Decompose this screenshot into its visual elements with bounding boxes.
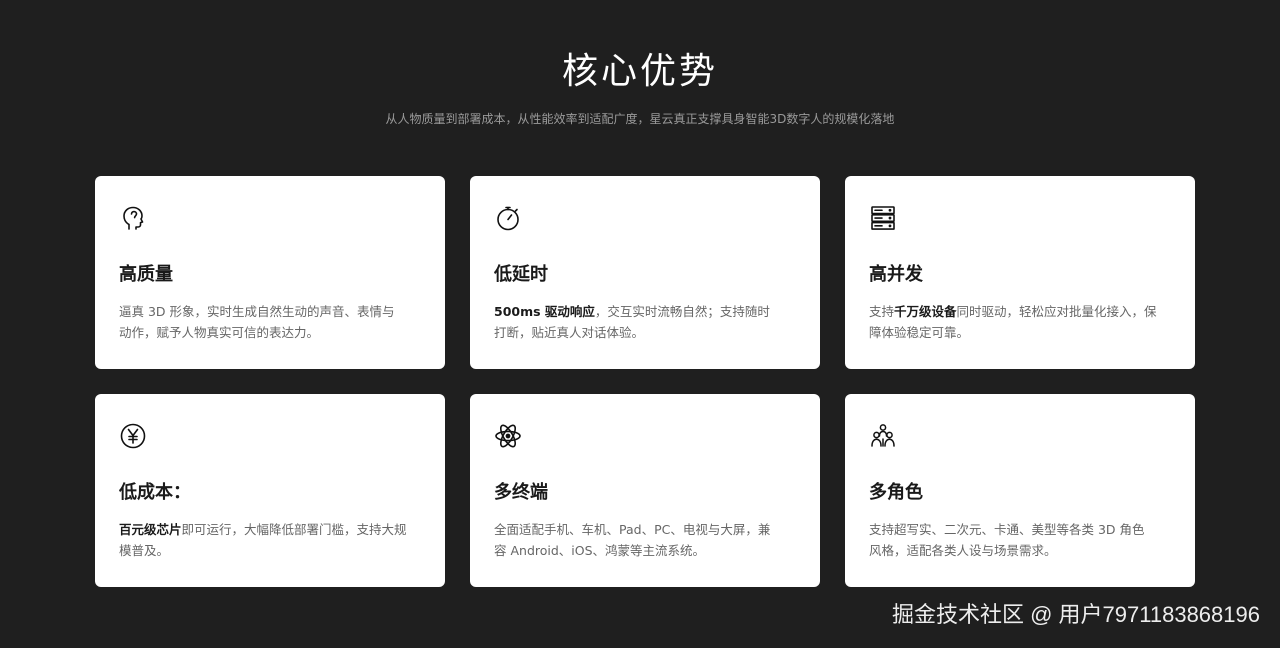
- card-multi-terminal: 多终端 全面适配手机、车机、Pad、PC、电视与大屏，兼容 Android、iO…: [470, 394, 820, 587]
- card-description: 全面适配手机、车机、Pad、PC、电视与大屏，兼容 Android、iOS、鸿蒙…: [494, 519, 796, 561]
- card-title: 高并发: [869, 264, 923, 285]
- people-group-icon: [869, 422, 897, 450]
- card-high-quality: 高质量 逼真 3D 形象，实时生成自然生动的声音、表情与动作，赋予人物真实可信的…: [95, 176, 445, 369]
- card-description-text: 逼真 3D 形象，实时生成自然生动的声音、表情与动作，赋予人物真实可信的表达力。: [119, 304, 395, 340]
- card-description-text: 全面适配手机、车机、Pad、PC、电视与大屏，兼容 Android、iOS、鸿蒙…: [494, 522, 771, 558]
- card-title: 多角色: [869, 482, 923, 503]
- section-subtitle: 从人物质量到部署成本，从性能效率到适配广度，星云真正支撑具身智能3D数字人的规模…: [385, 112, 895, 126]
- card-description-prefix: 支持: [869, 304, 895, 319]
- atom-icon: [494, 422, 522, 450]
- card-description: 百元级芯片即可运行，大幅降低部署门槛，支持大规模普及。: [119, 519, 421, 561]
- server-stack-icon: [869, 204, 897, 232]
- card-description: 逼真 3D 形象，实时生成自然生动的声音、表情与动作，赋予人物真实可信的表达力。: [119, 301, 421, 343]
- card-high-concurrency: 高并发 支持千万级设备同时驱动，轻松应对批量化接入，保障体验稳定可靠。: [845, 176, 1195, 369]
- card-description: 支持超写实、二次元、卡通、美型等各类 3D 角色风格，适配各类人设与场景需求。: [869, 519, 1171, 561]
- card-title: 多终端: [494, 482, 548, 503]
- card-multi-role: 多角色 支持超写实、二次元、卡通、美型等各类 3D 角色风格，适配各类人设与场景…: [845, 394, 1195, 587]
- card-description-text: 支持超写实、二次元、卡通、美型等各类 3D 角色风格，适配各类人设与场景需求。: [869, 522, 1145, 558]
- watermark: 掘金技术社区 @ 用户7971183868196: [892, 602, 1260, 627]
- card-title: 低延时: [494, 264, 548, 285]
- section-title: 核心优势: [561, 51, 718, 92]
- card-low-cost: 低成本： 百元级芯片即可运行，大幅降低部署门槛，支持大规模普及。: [95, 394, 445, 587]
- card-title: 低成本：: [119, 482, 191, 503]
- head-profile-icon: [119, 204, 147, 232]
- card-description-highlight: 百元级芯片: [119, 522, 182, 537]
- stopwatch-icon: [494, 204, 522, 232]
- card-description: 支持千万级设备同时驱动，轻松应对批量化接入，保障体验稳定可靠。: [869, 301, 1171, 343]
- card-description: 500ms 驱动响应，交互实时流畅自然；支持随时打断，贴近真人对话体验。: [494, 301, 796, 343]
- yen-coin-icon: [119, 422, 147, 450]
- card-title: 高质量: [119, 264, 173, 285]
- advantages-grid: 高质量 逼真 3D 形象，实时生成自然生动的声音、表情与动作，赋予人物真实可信的…: [95, 176, 1195, 587]
- card-low-latency: 低延时 500ms 驱动响应，交互实时流畅自然；支持随时打断，贴近真人对话体验。: [470, 176, 820, 369]
- card-description-highlight: 500ms 驱动响应: [494, 304, 595, 319]
- card-description-highlight: 千万级设备: [894, 304, 957, 319]
